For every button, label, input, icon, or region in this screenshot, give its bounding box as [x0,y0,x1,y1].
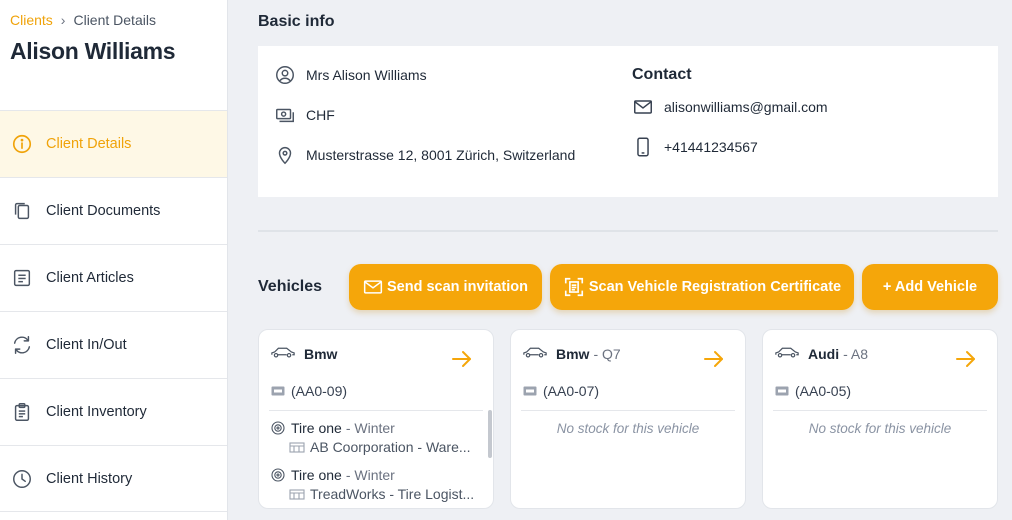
sidebar-item-label: Client Documents [46,203,161,219]
vehicle-plate-row: (AA0-09) [271,383,347,399]
sidebar-nav: Client Details Client Documents Client A… [0,110,227,512]
vehicle-card[interactable]: Bmw - Q7 (AA0-07) No stock for this vehi… [510,329,746,509]
scan-registration-certificate-button[interactable]: Scan Vehicle Registration Certificate [550,264,854,310]
vehicle-header: Bmw - Q7 [522,345,621,362]
vehicles-heading: Vehicles [258,278,323,295]
sidebar: Clients › Client Details Alison Williams C… [0,0,228,520]
vehicle-card[interactable]: Audi - A8 (AA0-05) No stock for this veh… [762,329,998,509]
send-scan-invitation-button[interactable]: Send scan invitation [349,264,542,310]
warehouse-icon [289,441,305,453]
license-plate-icon [271,385,285,397]
no-stock-message: No stock for this vehicle [808,421,952,436]
vehicle-plate: (AA0-07) [543,383,600,399]
clipboard-icon [11,401,33,423]
client-full-name: Mrs Alison Williams [306,67,427,83]
swap-cycle-icon [11,334,33,356]
breadcrumb-separator: › [60,12,66,28]
basic-info-card: Mrs Alison Williams CHF Musterstrasse 12… [258,46,998,197]
stock-item-name: Tire one [291,467,342,483]
basic-info-heading: Basic info [258,13,335,30]
email-row: alisonwilliams@gmail.com [632,96,828,118]
address-row: Musterstrasse 12, 8001 Zürich, Switzerla… [274,144,575,166]
stock-item-location: AB Coorporation - Ware... [310,439,471,455]
vehicle-header: Audi - A8 [774,345,868,362]
documents-icon [11,200,33,222]
sidebar-item-label: Client Details [46,136,132,152]
stock-item-location: TreadWorks - Tire Logist... [310,486,475,502]
vehicle-make: Bmw [304,345,338,362]
sidebar-item-client-articles[interactable]: Client Articles [0,244,227,311]
arrow-right-icon[interactable] [703,350,725,373]
stock-item-season: - Winter [345,420,395,436]
phone-icon [632,136,654,158]
sidebar-item-client-documents[interactable]: Client Documents [0,177,227,244]
location-pin-icon [274,144,296,166]
page-title: Alison Williams [10,38,176,64]
stock-item[interactable]: Tire one - Winter AB Coorporation - Ware… [271,420,471,455]
stock-item-season: - Winter [345,467,395,483]
arrow-right-icon[interactable] [955,350,977,373]
info-circle-icon [11,133,33,155]
articles-icon [11,267,33,289]
section-divider [258,230,998,232]
no-stock-message: No stock for this vehicle [556,421,700,436]
breadcrumb-current: Client Details [73,12,156,28]
client-currency: CHF [306,107,335,123]
sidebar-item-label: Client Articles [46,270,134,286]
sidebar-item-client-inventory[interactable]: Client Inventory [0,378,227,445]
arrow-right-icon[interactable] [451,350,473,373]
cash-icon [274,104,296,126]
vehicle-make: Bmw [556,345,590,362]
clock-icon [11,468,33,490]
car-icon [522,345,548,362]
card-divider [269,410,483,411]
sidebar-item-label: Client History [46,470,133,487]
user-circle-icon [274,64,296,86]
card-divider [773,410,987,411]
mail-icon [632,96,654,118]
vehicle-card[interactable]: Bmw (AA0-09) Tire one - Winter AB Coorpo… [258,329,494,509]
car-icon [774,345,800,362]
client-email[interactable]: alisonwilliams@gmail.com [664,99,828,115]
sidebar-item-client-in-out[interactable]: Client In/Out [0,311,227,378]
tire-icon [271,468,285,482]
currency-row: CHF [274,104,335,126]
client-phone[interactable]: +41441234567 [664,139,758,155]
add-vehicle-label: + Add Vehicle [882,279,978,295]
sidebar-item-label: Client Inventory [46,404,147,420]
vehicle-plate-row: (AA0-07) [523,383,599,399]
client-address: Musterstrasse 12, 8001 Zürich, Switzerla… [306,147,576,163]
phone-row: +41441234567 [632,136,758,158]
breadcrumb: Clients › Client Details [10,12,156,28]
stock-list-scrollbar[interactable] [488,410,492,458]
warehouse-icon [289,488,305,500]
breadcrumb-clients-link[interactable]: Clients [10,12,53,28]
license-plate-icon [775,385,789,397]
scan-registration-certificate-label: Scan Vehicle Registration Certificate [588,279,842,295]
sidebar-item-client-details[interactable]: Client Details [0,110,227,177]
envelope-icon [363,278,383,296]
vehicle-plate: (AA0-05) [795,383,852,399]
vehicle-model: - Q7 [593,345,621,362]
stock-item[interactable]: Tire one - Winter TreadWorks - Tire Logi… [271,467,474,502]
add-vehicle-button[interactable]: + Add Vehicle [862,264,998,310]
sidebar-item-label: Client In/Out [46,337,127,353]
vehicle-plate: (AA0-09) [291,383,348,399]
vehicle-model: - A8 [843,345,869,362]
card-divider [521,410,735,411]
vehicle-make: Audi [808,345,840,362]
stock-item-name: Tire one [291,420,342,436]
sidebar-item-client-history[interactable]: Client History [0,445,227,512]
vehicle-plate-row: (AA0-05) [775,383,851,399]
vehicle-header: Bmw [270,345,337,362]
contact-heading: Contact [632,66,692,83]
license-plate-icon [523,385,537,397]
client-name-row: Mrs Alison Williams [274,64,427,86]
send-scan-invitation-label: Send scan invitation [387,279,528,295]
car-icon [270,345,296,362]
tire-icon [271,421,285,435]
scan-document-icon [563,276,585,298]
